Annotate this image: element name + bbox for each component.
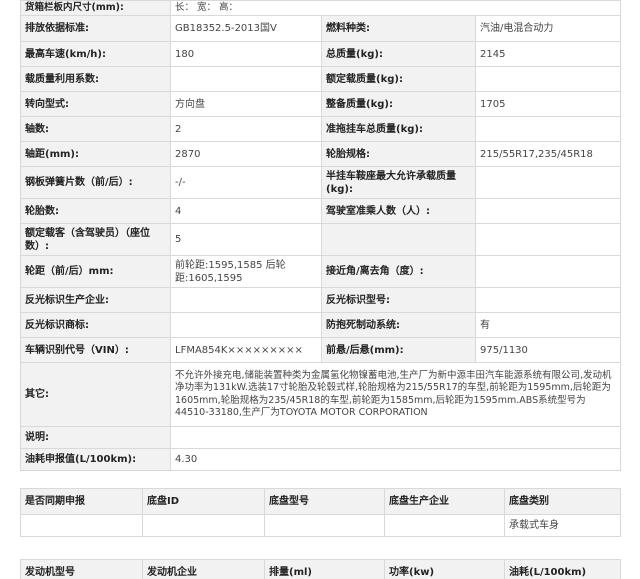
spec-label: 货箱栏板内尺寸(mm): xyxy=(20,0,171,16)
spec-row: 排放依据标准: GB18352.5-2013国Ⅴ 燃料种类: 汽油/电混合动力 xyxy=(20,15,621,42)
spec-value xyxy=(170,312,322,338)
chassis-cell: 承载式车身 xyxy=(504,514,621,537)
spec-value xyxy=(475,66,621,92)
spec-value: 5 xyxy=(170,223,322,256)
spec-value xyxy=(475,166,621,199)
spec-label: 总质量(kg): xyxy=(321,41,476,67)
chassis-cell xyxy=(20,514,143,537)
spec-value: 前轮距:1595,1585 后轮距:1605,1595 xyxy=(170,255,322,288)
engine-header: 发动机企业 xyxy=(142,559,265,579)
spec-label: 准拖挂车总质量(kg): xyxy=(321,116,476,142)
spec-value: 1705 xyxy=(475,91,621,117)
chassis-cell xyxy=(142,514,265,537)
spec-label: 车辆识别代号（VIN）: xyxy=(20,337,171,363)
spec-value: 975/1130 xyxy=(475,337,621,363)
spec-row: 轮距（前/后）mm: 前轮距:1595,1585 后轮距:1605,1595 接… xyxy=(20,255,621,288)
chassis-header: 底盘型号 xyxy=(264,488,385,515)
spec-label: 反光标识生产企业: xyxy=(20,287,171,313)
spec-row-note: 说明: xyxy=(20,426,621,449)
spec-label: 防抱死制动系统: xyxy=(321,312,476,338)
spec-value: 有 xyxy=(475,312,621,338)
engine-header-row: 发动机型号 发动机企业 排量(ml) 功率(kw) 油耗(L/100km) xyxy=(20,559,621,579)
fuel-label: 油耗申报值(L/100km): xyxy=(20,448,171,471)
spec-label: 整备质量(kg): xyxy=(321,91,476,117)
spec-value xyxy=(170,287,322,313)
spec-value: GB18352.5-2013国Ⅴ xyxy=(170,15,322,42)
spec-value: 方向盘 xyxy=(170,91,322,117)
spec-value: 长： 宽： 高： xyxy=(170,0,621,16)
engine-header: 功率(kw) xyxy=(384,559,505,579)
spec-value: 2145 xyxy=(475,41,621,67)
chassis-header: 底盘生产企业 xyxy=(384,488,505,515)
spec-label: 轴数: xyxy=(20,116,171,142)
spec-row: 轮胎数: 4 驾驶室准乘人数（人）: xyxy=(20,198,621,224)
spec-value: 4 xyxy=(170,198,322,224)
chassis-cell xyxy=(264,514,385,537)
spec-label: 轮胎规格: xyxy=(321,141,476,167)
spec-label: 燃料种类: xyxy=(321,15,476,42)
spec-value: 2 xyxy=(170,116,322,142)
chassis-cell xyxy=(384,514,505,537)
spec-label: 载质量利用系数: xyxy=(20,66,171,92)
spec-row-cargo-box: 货箱栏板内尺寸(mm): 长： 宽： 高： xyxy=(20,0,621,16)
spec-value xyxy=(475,255,621,288)
spec-row: 反光标识商标: 防抱死制动系统: 有 xyxy=(20,312,621,338)
chassis-header: 底盘ID xyxy=(142,488,265,515)
spec-label: 轮胎数: xyxy=(20,198,171,224)
spec-value: 180 xyxy=(170,41,322,67)
spec-row-other: 其它: 不允许外接充电,储能装置种类为金属氢化物镍蓄电池,生产厂为新中源丰田汽车… xyxy=(20,362,621,427)
spec-row: 钢板弹簧片数（前/后）: -/- 半挂车鞍座最大允许承载质量(kg): xyxy=(20,166,621,199)
spec-row: 轴距(mm): 2870 轮胎规格: 215/55R17,235/45R18 xyxy=(20,141,621,167)
fuel-value: 4.30 xyxy=(170,448,621,471)
chassis-table: 是否同期申报 底盘ID 底盘型号 底盘生产企业 底盘类别 承载式车身 xyxy=(20,488,621,537)
spec-label: 转向型式: xyxy=(20,91,171,117)
chassis-header: 是否同期申报 xyxy=(20,488,143,515)
spec-label: 接近角/离去角（度）: xyxy=(321,255,476,288)
chassis-header-row: 是否同期申报 底盘ID 底盘型号 底盘生产企业 底盘类别 xyxy=(20,488,621,515)
spec-label: 钢板弹簧片数（前/后）: xyxy=(20,166,171,199)
spec-value: 2870 xyxy=(170,141,322,167)
spec-value xyxy=(170,66,322,92)
other-label: 其它: xyxy=(20,362,171,427)
spec-row: 载质量利用系数: 额定载质量(kg): xyxy=(20,66,621,92)
note-value xyxy=(170,426,621,449)
spec-label: 反光标识型号: xyxy=(321,287,476,313)
spec-label: 驾驶室准乘人数（人）: xyxy=(321,198,476,224)
spec-value xyxy=(475,198,621,224)
vehicle-spec-table: 货箱栏板内尺寸(mm): 长： 宽： 高： 排放依据标准: GB18352.5-… xyxy=(20,0,621,471)
spec-value xyxy=(475,287,621,313)
spec-row: 转向型式: 方向盘 整备质量(kg): 1705 xyxy=(20,91,621,117)
spec-value: 汽油/电混合动力 xyxy=(475,15,621,42)
vin-value: LFMA854K××××××××× xyxy=(170,337,322,363)
spec-label: 反光标识商标: xyxy=(20,312,171,338)
spec-label: 前悬/后悬(mm): xyxy=(321,337,476,363)
spec-label: 额定载客（含驾驶员）（座位数）: xyxy=(20,223,171,256)
spec-value xyxy=(475,223,621,256)
spec-label: 最高车速(km/h): xyxy=(20,41,171,67)
engine-header: 发动机型号 xyxy=(20,559,143,579)
spec-label: 额定载质量(kg): xyxy=(321,66,476,92)
spec-label: 轴距(mm): xyxy=(20,141,171,167)
spec-row: 反光标识生产企业: 反光标识型号: xyxy=(20,287,621,313)
spec-label: 轮距（前/后）mm: xyxy=(20,255,171,288)
note-label: 说明: xyxy=(20,426,171,449)
spec-value xyxy=(475,116,621,142)
spec-label: 排放依据标准: xyxy=(20,15,171,42)
spec-row: 轴数: 2 准拖挂车总质量(kg): xyxy=(20,116,621,142)
other-value: 不允许外接充电,储能装置种类为金属氢化物镍蓄电池,生产厂为新中源丰田汽车能源系统… xyxy=(170,362,621,427)
engine-header: 排量(ml) xyxy=(264,559,385,579)
spec-value: -/- xyxy=(170,166,322,199)
spec-label: 半挂车鞍座最大允许承载质量(kg): xyxy=(321,166,476,199)
spec-row: 车辆识别代号（VIN）: LFMA854K××××××××× 前悬/后悬(mm)… xyxy=(20,337,621,363)
engine-header: 油耗(L/100km) xyxy=(504,559,621,579)
spec-row: 最高车速(km/h): 180 总质量(kg): 2145 xyxy=(20,41,621,67)
spec-row-fuel: 油耗申报值(L/100km): 4.30 xyxy=(20,448,621,471)
spec-label xyxy=(321,223,476,256)
chassis-row: 承载式车身 xyxy=(20,514,621,537)
chassis-header: 底盘类别 xyxy=(504,488,621,515)
engine-table: 发动机型号 发动机企业 排量(ml) 功率(kw) 油耗(L/100km) xyxy=(20,559,621,579)
spec-row: 额定载客（含驾驶员）（座位数）: 5 xyxy=(20,223,621,256)
spec-value: 215/55R17,235/45R18 xyxy=(475,141,621,167)
